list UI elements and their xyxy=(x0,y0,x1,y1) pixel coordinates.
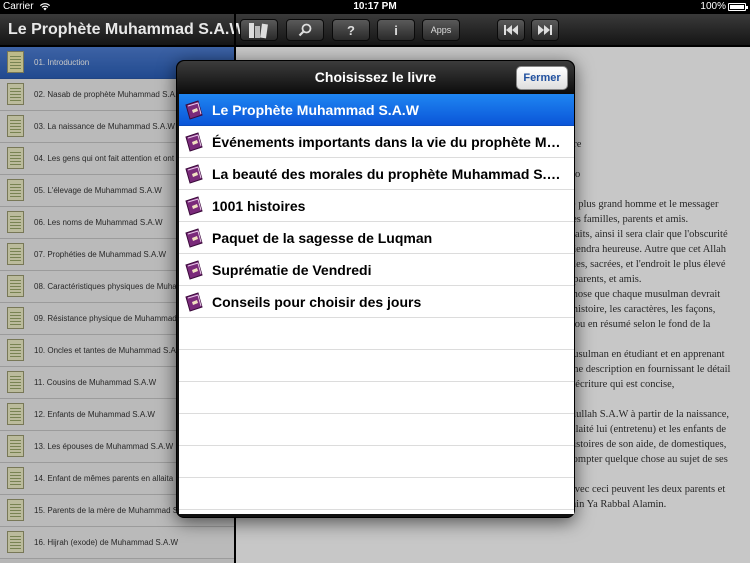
help-button[interactable]: ? xyxy=(332,19,370,41)
book-title: La beauté des morales du prophète Muhamm… xyxy=(212,166,564,182)
book-title: Paquet de la sagesse de Luqman xyxy=(212,230,433,246)
book-list: Le Prophète Muhammad S.A.W Événements imp… xyxy=(179,94,574,514)
battery-icon xyxy=(728,3,748,11)
book-icon xyxy=(183,131,205,153)
previous-button[interactable] xyxy=(497,19,525,41)
book-chooser-popover: Choisissez le livre Fermer Le Prophète M… xyxy=(176,60,575,518)
app-title: Le Prophète Muhammad S.A.W xyxy=(8,21,245,38)
toolbar-divider xyxy=(234,14,236,46)
empty-row xyxy=(179,414,574,446)
rewind-icon xyxy=(504,25,518,35)
book-icon xyxy=(183,259,205,281)
next-button[interactable] xyxy=(531,19,559,41)
clock: 10:17 PM xyxy=(353,1,397,12)
close-button[interactable]: Fermer xyxy=(516,66,568,90)
fast-forward-icon xyxy=(538,25,552,35)
book-title: 1001 histoires xyxy=(212,198,306,214)
book-title: Événements importants dans la vie du pro… xyxy=(212,134,564,150)
book-row[interactable]: 1001 histoires xyxy=(179,190,574,222)
popover-header: Choisissez le livre Fermer xyxy=(177,61,574,94)
empty-row xyxy=(179,446,574,478)
library-icon xyxy=(249,23,268,39)
book-icon xyxy=(183,291,205,313)
library-button[interactable] xyxy=(240,19,278,41)
book-row[interactable]: La beauté des morales du prophète Muhamm… xyxy=(179,158,574,190)
status-bar: Carrier 10:17 PM 100% xyxy=(0,0,750,14)
toolbar: Le Prophète Muhammad S.A.W ? i Apps xyxy=(0,14,750,46)
book-row[interactable]: Paquet de la sagesse de Luqman xyxy=(179,222,574,254)
empty-row xyxy=(179,382,574,414)
apps-button[interactable]: Apps xyxy=(422,19,460,41)
empty-row xyxy=(179,318,574,350)
book-icon xyxy=(183,99,205,121)
book-row[interactable]: Conseils pour choisir des jours xyxy=(179,286,574,318)
book-title: Conseils pour choisir des jours xyxy=(212,294,422,310)
book-row[interactable]: Suprématie de Vendredi xyxy=(179,254,574,286)
book-title: Le Prophète Muhammad S.A.W xyxy=(212,102,419,118)
info-button[interactable]: i xyxy=(377,19,415,41)
book-title: Suprématie de Vendredi xyxy=(212,262,372,278)
book-row[interactable]: Le Prophète Muhammad S.A.W xyxy=(179,94,574,126)
book-row[interactable]: Événements importants dans la vie du pro… xyxy=(179,126,574,158)
book-icon xyxy=(183,195,205,217)
popover-title: Choisissez le livre xyxy=(314,69,437,85)
empty-row xyxy=(179,350,574,382)
book-icon xyxy=(183,163,205,185)
search-icon xyxy=(298,23,312,37)
battery-percent: 100% xyxy=(700,1,726,12)
search-button[interactable] xyxy=(286,19,324,41)
empty-row xyxy=(179,478,574,510)
book-icon xyxy=(183,227,205,249)
